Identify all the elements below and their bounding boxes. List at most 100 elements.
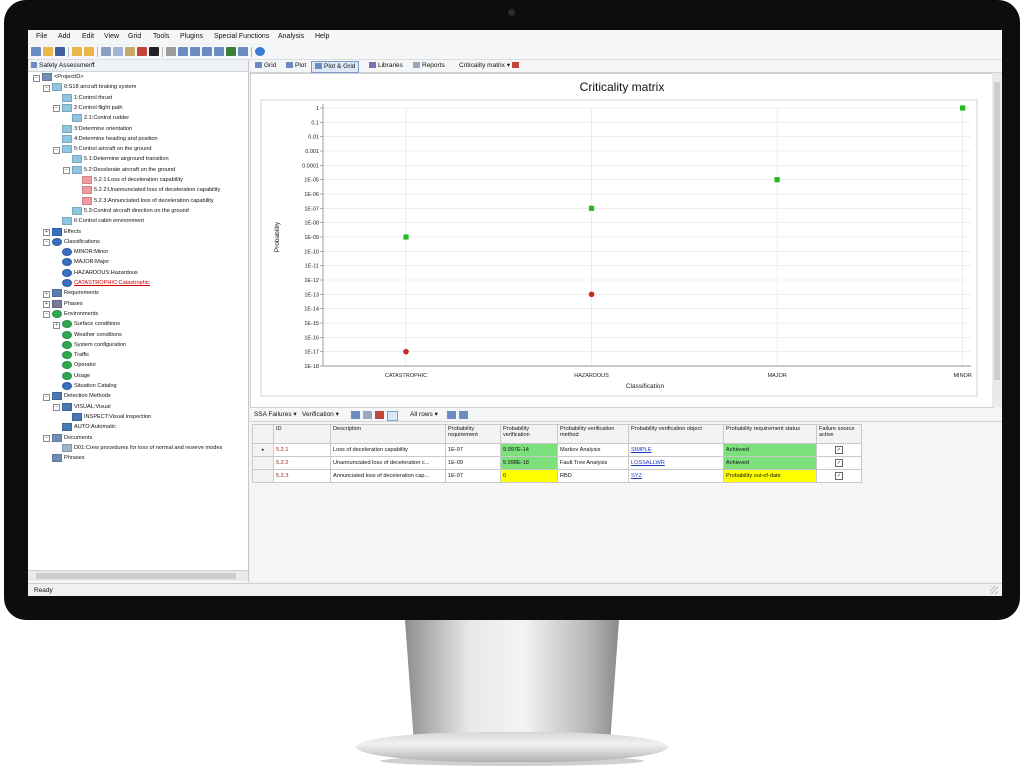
failure-active-checkbox[interactable]: ✓	[835, 472, 843, 480]
tree-node[interactable]: Traffic	[62, 351, 89, 360]
tree-node[interactable]: Usage	[62, 371, 90, 381]
tree-node[interactable]: 1:Control thrust	[62, 93, 112, 103]
menu-grid[interactable]: Grid	[128, 33, 141, 40]
cell-probability-requirement[interactable]: 1E-09	[445, 456, 501, 470]
cell-requirement-status[interactable]: Achieved	[723, 443, 817, 457]
comment-icon[interactable]	[447, 411, 456, 419]
tree-expander-icon[interactable]: −	[53, 404, 60, 412]
column-header[interactable]: ID	[273, 424, 331, 444]
tree-node[interactable]: 6:Control cabin environment	[62, 217, 144, 226]
filter-icon[interactable]	[363, 411, 372, 419]
tree-node[interactable]: Effects	[52, 227, 81, 237]
tree-expander-icon[interactable]: −	[53, 105, 60, 113]
cell-probability-verification[interactable]: 9.997E-14	[500, 443, 558, 457]
menu-edit[interactable]: Edit	[82, 33, 94, 40]
menu-tools[interactable]: Tools	[153, 33, 169, 40]
cell-verification-method[interactable]: Markov Analysis	[557, 443, 629, 457]
row-header[interactable]	[252, 469, 274, 483]
paste-special-icon[interactable]	[137, 47, 147, 56]
tree-node[interactable]: Operator	[62, 361, 96, 370]
tree-node[interactable]: CATASTROPHIC:Catastrophic	[62, 279, 150, 288]
import-icon[interactable]	[202, 47, 212, 56]
grid-view-icon[interactable]	[178, 47, 188, 56]
tree-node[interactable]: 5.2.3:Annunciated loss of deceleration c…	[82, 196, 214, 206]
row-header[interactable]: ▸	[252, 443, 274, 457]
tree-node[interactable]: Phases	[52, 299, 83, 309]
tree-node[interactable]: HAZARDOUS:Hazardous	[62, 268, 138, 278]
columns-icon[interactable]	[190, 47, 200, 56]
cell-description[interactable]: Annunciated loss of deceleration cap...	[330, 469, 446, 483]
tree-node[interactable]: System configuration	[62, 340, 126, 350]
tree-node[interactable]: 5.1:Determine airground transition	[72, 155, 169, 164]
tree-node[interactable]: Classifications	[52, 237, 100, 247]
scrollbar-thumb[interactable]	[994, 82, 1000, 380]
tree-node[interactable]: 4:Determine heading and position	[62, 134, 158, 144]
cell-failure-source-active[interactable]: ✓	[816, 469, 862, 483]
menu-help[interactable]: Help	[315, 33, 329, 40]
horizontal-scrollbar[interactable]	[28, 570, 248, 581]
tree-node[interactable]: 5.2.2:Unannunciated loss of deceleration…	[82, 186, 220, 195]
cell-verification-object-link[interactable]: LOSSALLWR	[628, 456, 724, 470]
panel-header[interactable]: Safety Assessment ▾	[28, 60, 248, 72]
folder-open-icon[interactable]	[84, 47, 94, 56]
tree-node[interactable]: 5.3:Control aircraft direction on the gr…	[72, 206, 189, 216]
cell-id[interactable]: 5.2.1	[273, 443, 331, 457]
table-icon[interactable]	[351, 411, 360, 419]
copy-icon[interactable]	[113, 47, 123, 56]
table-row[interactable]: 5.2.2 Unannunciated loss of deceleration …	[252, 456, 862, 470]
link-icon[interactable]	[459, 411, 468, 419]
tree-node[interactable]: Documents	[52, 433, 92, 443]
tree-node[interactable]: 2:Control flight path	[62, 103, 123, 113]
tree-node[interactable]: Detection Methods	[52, 392, 111, 401]
tree-node[interactable]: MINOR:Minor	[62, 248, 108, 257]
save-icon[interactable]	[55, 47, 65, 56]
cell-verification-method[interactable]: Fault Tree Analysis	[557, 456, 629, 470]
tree-expander-icon[interactable]: −	[43, 239, 50, 247]
tab-grid[interactable]: Grid	[252, 61, 279, 71]
tree-node[interactable]: Situation Catalog	[62, 382, 117, 391]
clear-filter-icon[interactable]	[375, 411, 384, 419]
tab-libraries[interactable]: Libraries	[366, 61, 406, 71]
menu-view[interactable]: View	[104, 33, 119, 40]
cell-failure-source-active[interactable]: ✓	[816, 456, 862, 470]
menu-plugins[interactable]: Plugins	[180, 33, 203, 40]
tree-node[interactable]: 2.1:Control rudder	[72, 114, 129, 123]
tree-node[interactable]: 5.2.1:Loss of deceleration capability	[82, 176, 183, 185]
tree-expander-icon[interactable]: −	[43, 435, 50, 442]
tree-node[interactable]: VISUAL:Visual	[62, 402, 111, 412]
cell-description[interactable]: Loss of deceleration capability	[330, 443, 446, 457]
chevron-down-icon[interactable]: ▾	[92, 61, 95, 67]
tab-plot-and-grid[interactable]: Plot & Grid	[311, 61, 360, 73]
cell-requirement-status[interactable]: Achieved	[723, 456, 817, 470]
table-row[interactable]: 5.2.3 Annunciated loss of deceleration ca…	[252, 469, 862, 483]
table-row[interactable]: ▸ 5.2.1 Loss of deceleration capability 1E-…	[252, 443, 862, 457]
column-header[interactable]: Probability requirement	[445, 424, 501, 444]
tree-expander-icon[interactable]: +	[53, 321, 60, 329]
ssa-failures-dropdown[interactable]: SSA Failures ▾	[254, 410, 297, 420]
tree-node[interactable]: Weather conditions	[62, 330, 122, 340]
failure-active-checkbox[interactable]: ✓	[835, 459, 843, 467]
tree-node[interactable]: 5.2:Decelerate aircraft on the ground	[72, 165, 175, 175]
cell-requirement-status[interactable]: Probability out-of-date	[723, 469, 817, 483]
tree-node[interactable]: Surface conditions	[62, 320, 120, 329]
menu-add[interactable]: Add	[58, 33, 70, 40]
all-rows-dropdown[interactable]: All rows ▾	[410, 410, 438, 420]
cell-probability-verification[interactable]: 5.998E-18	[500, 456, 558, 470]
cut-icon[interactable]	[101, 47, 111, 56]
cell-id[interactable]: 5.2.3	[273, 469, 331, 483]
help-icon[interactable]	[255, 47, 265, 56]
menu-file[interactable]: File	[36, 33, 47, 40]
paste-icon[interactable]	[125, 47, 135, 56]
open-folder-icon[interactable]	[43, 47, 53, 56]
cell-verification-object-link[interactable]: SYZ	[628, 469, 724, 483]
resize-grip[interactable]	[990, 586, 998, 594]
tree-expander-icon[interactable]: −	[53, 146, 60, 154]
tab-reports[interactable]: Reports	[410, 61, 448, 71]
tree-expander-icon[interactable]: −	[43, 84, 50, 92]
column-header[interactable]: Failure source active	[816, 424, 862, 444]
cell-description[interactable]: Unannunciated loss of deceleration c...	[330, 456, 446, 470]
tree-node[interactable]: AUTO:Automatic	[62, 423, 116, 432]
tree-expander-icon[interactable]: +	[43, 229, 50, 236]
criticality-matrix-dropdown[interactable]: Criticality matrix ▾	[456, 61, 524, 71]
tree-node[interactable]: Requirements	[52, 289, 99, 298]
